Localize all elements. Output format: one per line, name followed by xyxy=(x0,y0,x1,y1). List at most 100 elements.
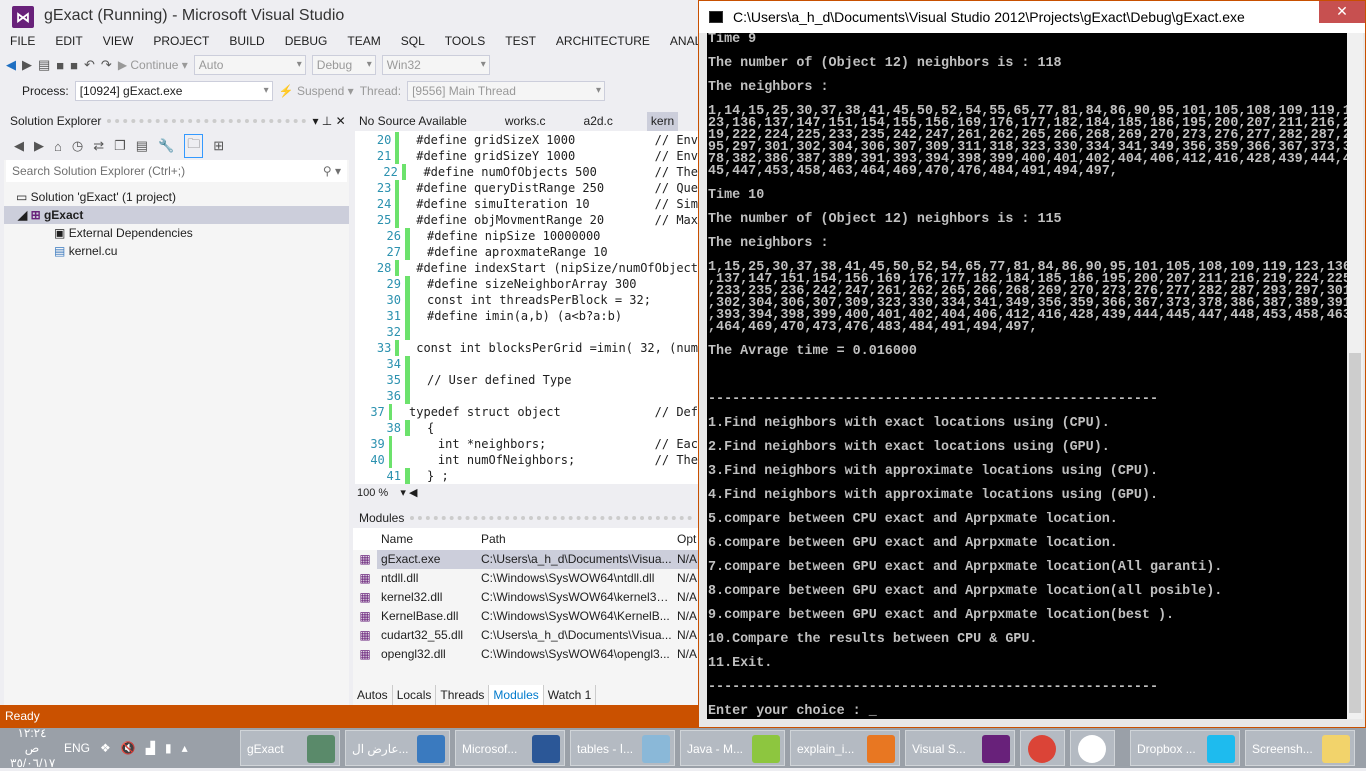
code-line: 23 #define queryDistRange 250 // Que xyxy=(355,180,698,196)
pin-icon[interactable]: ▾ ⊥ ✕ xyxy=(312,110,349,132)
show-hidden-icons[interactable]: ▴ xyxy=(182,741,188,755)
menu-item-view[interactable]: VIEW xyxy=(93,32,144,50)
taskbar-item[interactable]: Dropbox ... xyxy=(1130,730,1240,766)
tree-item-external-dependencies[interactable]: ▣ External Dependencies xyxy=(4,224,349,242)
save-all-icon[interactable]: ■ xyxy=(70,58,78,73)
save-icon[interactable]: ■ xyxy=(56,58,64,73)
taskbar-item[interactable]: tables - ا... xyxy=(570,730,675,766)
preview-icon[interactable]: 🗀 xyxy=(184,134,204,158)
sync-icon[interactable]: ⇄ xyxy=(93,138,104,154)
editor-tabs: No Source Available works.c a2d.c kern xyxy=(355,112,698,131)
module-cell: C:\Windows\SysWOW64\KernelB... xyxy=(481,609,670,623)
forward-icon[interactable]: ▶ xyxy=(34,138,44,154)
module-row[interactable]: ▦ kernel32.dll C:\Windows\SysWOW64\kernel3… xyxy=(353,588,698,607)
collapse-all-icon[interactable]: ❐ xyxy=(114,138,126,154)
module-row[interactable]: ▦ ntdll.dll C:\Windows\SysWOW64\ntdll.dll N… xyxy=(353,569,698,588)
menu-item-sql[interactable]: SQL xyxy=(391,32,435,50)
code-editor[interactable]: No Source Available works.c a2d.c kern 20 #d… xyxy=(355,112,698,502)
menu-item-tools[interactable]: TOOLS xyxy=(435,32,495,50)
tab-autos[interactable]: Autos xyxy=(353,685,393,705)
redo-icon[interactable]: ↷ xyxy=(101,57,112,73)
taskbar-item[interactable]: Screensh... xyxy=(1245,730,1355,766)
module-cell: cudart32_55.dll xyxy=(381,628,464,642)
network-icon[interactable]: ▟ xyxy=(146,741,155,755)
taskbar-item[interactable] xyxy=(1070,730,1115,766)
back-icon[interactable]: ◀ xyxy=(14,138,24,154)
close-button[interactable]: ✕ xyxy=(1319,1,1365,23)
class-diagram-icon[interactable]: ⊞ xyxy=(213,138,224,154)
taskbar-item[interactable]: Microsof... xyxy=(455,730,565,766)
tree-item-kernel-cu[interactable]: ▤ kernel.cu xyxy=(4,242,349,260)
code-line: 20 #define gridSizeX 1000 // Env xyxy=(355,132,698,148)
undo-icon[interactable]: ↶ xyxy=(84,57,95,73)
code-text: #define aproxmateRange 10 xyxy=(427,245,608,259)
menu-item-test[interactable]: TEST xyxy=(495,32,546,50)
suspend-button[interactable]: ⚡ Suspend ▾ xyxy=(279,84,354,98)
taskbar-item[interactable]: explain_i... xyxy=(790,730,900,766)
solution-search-input[interactable]: Search Solution Explorer (Ctrl+;) ⚲ ▾ xyxy=(6,160,347,182)
process-dropdown[interactable]: [10924] gExact.exe xyxy=(74,81,273,101)
continue-button[interactable]: ▶ Continue ▾ xyxy=(118,58,188,72)
tab-threads[interactable]: Threads xyxy=(436,685,490,705)
code-text: #define gridSizeY 1000 // Env xyxy=(416,149,698,163)
module-row[interactable]: ▦ KernelBase.dll C:\Windows\SysWOW64\Kerne… xyxy=(353,607,698,626)
system-tray: ١٢:٢٤ ص ٣٥/٠٦/١٧ ENG ❖ 🔇 ▟ ▮ ▴ xyxy=(10,726,188,771)
module-row[interactable]: ▦ gExact.exe C:\Users\a_h_d\Documents\Visu… xyxy=(353,550,698,569)
menu-item-team[interactable]: TEAM xyxy=(337,32,390,50)
thread-dropdown[interactable]: [9556] Main Thread xyxy=(407,81,606,101)
taskbar-item[interactable]: عارض ال... xyxy=(345,730,450,766)
back-icon[interactable]: ◀ xyxy=(6,57,16,73)
column-header[interactable]: Path xyxy=(477,528,673,550)
module-row[interactable]: ▦ opengl32.dll C:\Windows\SysWOW64\opengl3… xyxy=(353,645,698,664)
module-cell: C:\Windows\SysWOW64\kernel32... xyxy=(481,590,673,604)
menu-item-project[interactable]: PROJECT xyxy=(143,32,219,50)
editor-tab[interactable]: a2d.c xyxy=(580,112,617,131)
tree-item-solution[interactable]: ▭ Solution 'gExact' (1 project) xyxy=(4,188,349,206)
tree-item-project[interactable]: ◢ ⊞ gExact xyxy=(4,206,349,224)
console-output[interactable]: Time 9 The number of (Object 12) neighbor… xyxy=(707,33,1348,719)
scrollbar-thumb[interactable] xyxy=(1349,353,1361,713)
search-icon[interactable]: ⚲ ▾ xyxy=(323,164,341,178)
battery-icon[interactable]: ▮ xyxy=(165,741,172,755)
taskbar-item[interactable]: Visual S... xyxy=(905,730,1015,766)
console-window[interactable]: C:\Users\a_h_d\Documents\Visual Studio 2… xyxy=(698,0,1366,728)
code-area[interactable]: 20 #define gridSizeX 1000 // Env 21 #define… xyxy=(355,132,698,484)
taskbar-item[interactable]: Java - M... xyxy=(680,730,785,766)
tab-locals[interactable]: Locals xyxy=(393,685,437,705)
menu-item-architecture[interactable]: ARCHITECTURE xyxy=(546,32,660,50)
menu-item-file[interactable]: FILE xyxy=(0,32,45,50)
editor-tab[interactable]: No Source Available xyxy=(355,112,471,131)
menu-item-build[interactable]: BUILD xyxy=(219,32,274,50)
dropbox-tray-icon[interactable]: ❖ xyxy=(100,741,111,755)
menu-item-edit[interactable]: EDIT xyxy=(45,32,92,50)
language-indicator[interactable]: ENG xyxy=(64,741,90,755)
platform-dropdown[interactable]: Win32 xyxy=(381,55,490,75)
app-icon xyxy=(307,735,335,763)
column-header[interactable]: Name xyxy=(377,528,477,550)
taskbar-item[interactable]: gExact xyxy=(240,730,340,766)
solution-tree: ▭ Solution 'gExact' (1 project) ◢ ⊞ gExa… xyxy=(4,188,349,260)
module-row[interactable]: ▦ cudart32_55.dll C:\Users\a_h_d\Documents… xyxy=(353,626,698,645)
debug-tabs: Autos Locals Threads Modules Watch 1 xyxy=(353,685,597,705)
pending-changes-icon[interactable]: ◷ xyxy=(72,138,83,154)
home-icon[interactable]: ⌂ xyxy=(54,139,62,154)
taskbar-item[interactable] xyxy=(1020,730,1065,766)
console-scrollbar[interactable] xyxy=(1347,33,1363,719)
menu-item-debug[interactable]: DEBUG xyxy=(275,32,338,50)
solution-config-dropdown[interactable]: Auto xyxy=(193,55,306,75)
volume-muted-icon[interactable]: 🔇 xyxy=(121,741,136,755)
editor-tab[interactable]: kern xyxy=(646,112,679,131)
properties-icon[interactable]: 🔧 xyxy=(158,138,174,154)
change-marker xyxy=(395,260,400,276)
build-config-dropdown[interactable]: Debug xyxy=(311,55,376,75)
forward-icon[interactable]: ▶ xyxy=(22,57,32,73)
tab-modules[interactable]: Modules xyxy=(489,685,544,705)
clock[interactable]: ١٢:٢٤ ص ٣٥/٠٦/١٧ xyxy=(10,726,55,771)
zoom-dropdown[interactable]: 100 % ▾ ◀ xyxy=(355,484,698,502)
show-all-files-icon[interactable]: ▤ xyxy=(136,138,148,154)
editor-tab[interactable]: works.c xyxy=(501,112,550,131)
column-header[interactable]: Opt xyxy=(673,528,698,550)
tab-watch-1[interactable]: Watch 1 xyxy=(544,685,597,705)
new-project-icon[interactable]: ▤ xyxy=(38,57,50,73)
